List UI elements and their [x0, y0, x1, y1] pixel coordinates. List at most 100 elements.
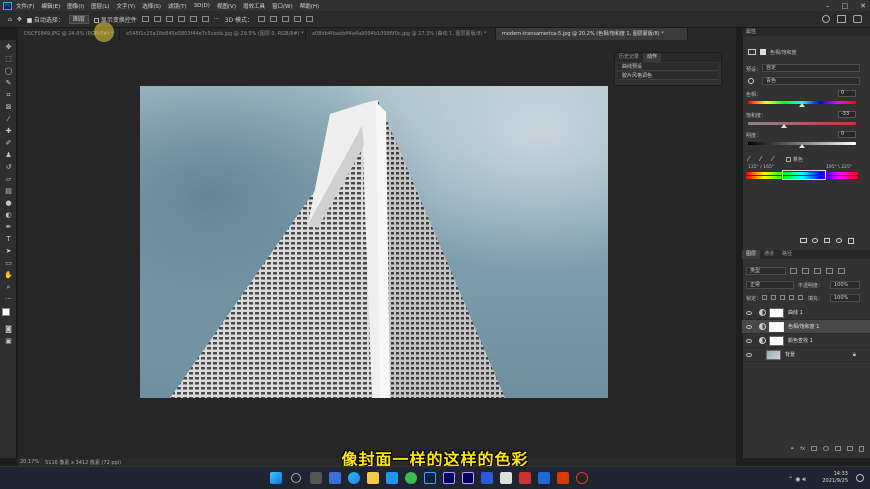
3d-orbit-icon[interactable] — [257, 16, 265, 22]
opacity-field[interactable]: 100% — [830, 281, 860, 289]
preset-dropdown[interactable]: 自定 — [762, 64, 860, 72]
type-icon[interactable]: T — [4, 235, 13, 243]
filter-shape-icon[interactable] — [826, 268, 833, 274]
menu-filter[interactable]: 滤镜(T) — [168, 2, 187, 10]
tab-e545f1c2[interactable]: e545f1c25a18e845e5803f44e7c5ceda.jpg @ 2… — [120, 28, 306, 40]
lock-pixels-icon[interactable] — [771, 295, 776, 300]
lightness-value-field[interactable]: 0 — [838, 131, 856, 138]
photoshop-taskbar-icon[interactable] — [424, 472, 436, 484]
align-bottom-icon[interactable] — [201, 16, 209, 22]
home-icon[interactable]: ⌂ — [8, 16, 12, 23]
layer-kind-filter[interactable]: 类型 — [746, 267, 786, 275]
align-center-icon[interactable] — [153, 16, 161, 22]
target-adjust-icon[interactable] — [748, 78, 754, 84]
saturation-slider[interactable] — [748, 122, 856, 125]
filter-smart-icon[interactable] — [838, 268, 845, 274]
channel-dropdown[interactable]: 青色 — [762, 77, 860, 85]
tab-modern-transamerica[interactable]: modern-transamerica-5.jpg @ 20.2% (色相/饱和… — [496, 28, 688, 40]
tab-channels[interactable]: 通道 — [760, 250, 778, 259]
tab-paths[interactable]: 路径 — [778, 250, 796, 259]
maximize-icon[interactable]: □ — [842, 2, 849, 10]
task-view-icon[interactable] — [310, 472, 322, 484]
quick-mask-icon[interactable]: ◙ — [4, 325, 13, 333]
filter-type-icon[interactable] — [814, 268, 821, 274]
hue-value-field[interactable]: 0 — [838, 90, 856, 97]
tab-history[interactable]: 历史记录 — [615, 53, 643, 62]
action-item[interactable]: 胶片风格调色 — [618, 72, 718, 80]
layer-row-curves[interactable]: 曲线 1 — [742, 306, 870, 320]
brush-icon[interactable]: ✐ — [4, 139, 13, 147]
layer-mask-thumbnail[interactable] — [769, 321, 784, 332]
menu-image[interactable]: 图像(I) — [67, 2, 84, 10]
app-icon-blue-2[interactable] — [538, 472, 550, 484]
recorder-icon[interactable] — [576, 472, 588, 484]
lightness-slider-handle[interactable] — [799, 144, 805, 148]
tab-a08db4fb[interactable]: a08db4fbaebff4a4a9094b10986f0c.jpg @ 27.… — [306, 28, 496, 40]
eye-icon[interactable] — [746, 310, 752, 315]
menu-plugins[interactable]: 增效工具 — [243, 2, 265, 10]
layer-mask-thumbnail[interactable] — [769, 335, 784, 346]
3d-roll-icon[interactable] — [269, 16, 277, 22]
history-brush-icon[interactable]: ↺ — [4, 163, 13, 171]
more-options-button[interactable]: ··· — [214, 16, 220, 23]
system-clock[interactable]: 14:33 2021/9/25 — [822, 471, 848, 485]
menu-view[interactable]: 视图(V) — [217, 2, 236, 10]
widgets-icon[interactable] — [329, 472, 341, 484]
premiere-icon[interactable] — [443, 472, 455, 484]
auto-select-checkbox[interactable]: 自动选择： — [26, 15, 64, 24]
move-icon[interactable]: ✥ — [4, 43, 13, 51]
pen-icon[interactable]: ✒ — [4, 223, 13, 231]
layer-row-hue-saturation[interactable]: 色相/饱和度 1 — [742, 320, 870, 334]
app-icon-white[interactable] — [500, 472, 512, 484]
menu-window[interactable]: 窗口(W) — [272, 2, 293, 10]
lock-transparency-icon[interactable] — [762, 295, 767, 300]
dodge-icon[interactable]: ◐ — [4, 211, 13, 219]
close-icon[interactable]: ✕ — [860, 2, 866, 10]
file-explorer-icon[interactable] — [367, 472, 379, 484]
lasso-icon[interactable]: ◯ — [4, 67, 13, 75]
auto-select-target-dropdown[interactable]: 图层 — [68, 14, 89, 24]
media-encoder-icon[interactable] — [462, 472, 474, 484]
edge-icon[interactable] — [348, 472, 360, 484]
app-icon-blue[interactable] — [481, 472, 493, 484]
tab-actions[interactable]: 动作 — [643, 53, 662, 62]
menu-file[interactable]: 文件(F) — [16, 2, 34, 10]
more-tools-icon[interactable]: ··· — [4, 295, 13, 303]
action-item[interactable]: 曲线预设 — [618, 63, 718, 71]
frame-icon[interactable]: ⊠ — [4, 103, 13, 111]
gradient-icon[interactable]: ▤ — [4, 187, 13, 195]
saturation-slider-handle[interactable] — [781, 124, 787, 128]
align-right-icon[interactable] — [165, 16, 173, 22]
3d-slide-icon[interactable] — [293, 16, 301, 22]
move-tool-icon[interactable]: ✥ — [17, 16, 22, 23]
blur-icon[interactable]: ● — [4, 199, 13, 207]
blend-mode-dropdown[interactable]: 正常 — [746, 281, 794, 289]
notification-icon[interactable] — [856, 474, 864, 482]
mask-icon[interactable] — [760, 49, 766, 55]
menu-3d[interactable]: 3D(D) — [194, 3, 210, 9]
color-range-selector[interactable] — [782, 170, 826, 180]
canvas-image[interactable] — [140, 86, 608, 398]
align-top-icon[interactable] — [177, 16, 185, 22]
lock-all-icon[interactable] — [798, 295, 803, 300]
3d-scale-icon[interactable] — [305, 16, 313, 22]
eye-icon[interactable] — [746, 338, 752, 343]
eye-icon[interactable] — [746, 352, 752, 357]
reset-icon[interactable] — [824, 238, 830, 243]
app-icon-red[interactable] — [519, 472, 531, 484]
wps-icon[interactable] — [557, 472, 569, 484]
layer-mask-thumbnail[interactable] — [769, 307, 784, 318]
windows-start-icon[interactable] — [270, 472, 282, 484]
align-left-icon[interactable] — [141, 16, 149, 22]
healing-brush-icon[interactable]: ✚ — [4, 127, 13, 135]
menu-type[interactable]: 文字(Y) — [117, 2, 136, 10]
eye-icon[interactable] — [746, 324, 752, 329]
3d-pan-icon[interactable] — [281, 16, 289, 22]
filter-adjust-icon[interactable] — [802, 268, 809, 274]
search-taskbar-icon[interactable] — [291, 473, 301, 483]
layer-row-color-lookup[interactable]: 颜色查找 1 — [742, 334, 870, 348]
lock-position-icon[interactable] — [780, 295, 785, 300]
foreground-color-swatch[interactable] — [2, 308, 10, 316]
eraser-icon[interactable]: ▱ — [4, 175, 13, 183]
visibility-icon[interactable] — [836, 238, 842, 243]
